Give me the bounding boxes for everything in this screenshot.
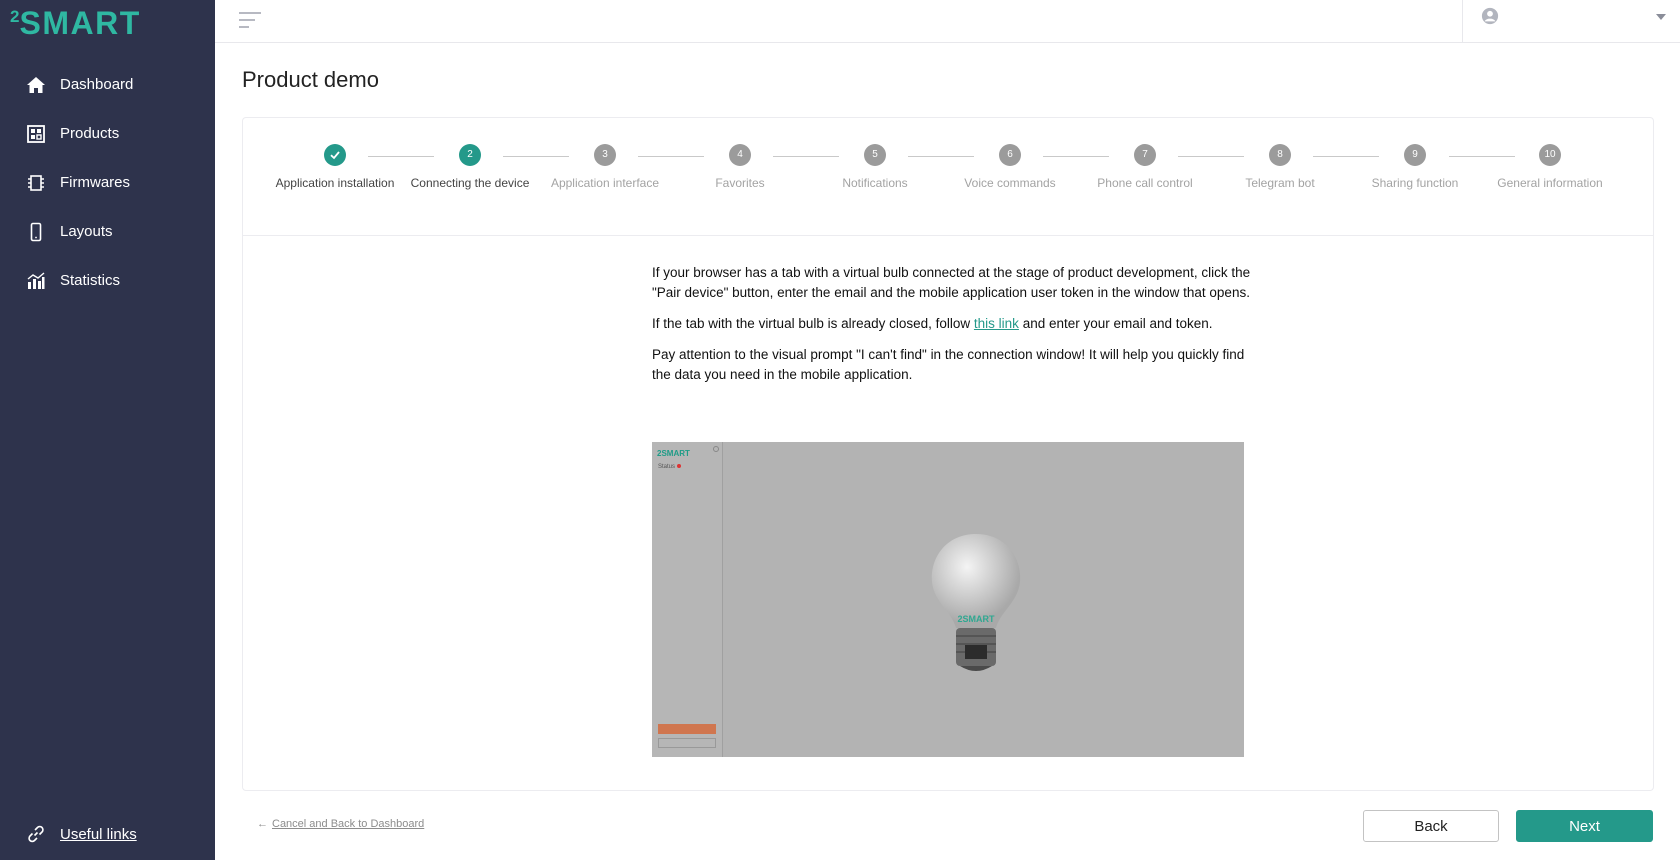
sidebar-item-label: Firmwares [60,174,130,191]
chevron-down-icon [1656,14,1666,20]
step-label: Phone call control [1097,176,1193,190]
useful-links[interactable]: Useful links [26,824,137,844]
step-5[interactable]: 5 Notifications [815,144,935,192]
step-9[interactable]: 9 Sharing function [1355,144,1475,192]
bulb-logo: 2SMART [957,614,995,624]
step-dot: 10 [1539,144,1561,166]
instructions: If your browser has a tab with a virtual… [652,263,1252,396]
sidebar-item-label: Layouts [60,223,113,240]
step-4[interactable]: 4 Favorites [680,144,800,192]
demo-preview-image: 2SMART Status 2SMART [652,442,1244,757]
sidebar-item-dashboard[interactable]: Dashboard [0,60,215,109]
back-button[interactable]: Back [1363,810,1499,842]
sidebar-item-firmwares[interactable]: Firmwares [0,158,215,207]
sidebar-item-products[interactable]: Products [0,109,215,158]
sidebar-item-label: Dashboard [60,76,134,93]
preview-sidebar: 2SMART Status [652,442,723,757]
step-dot: 4 [729,144,751,166]
step-dot: 6 [999,144,1021,166]
preview-status-label: Status [658,464,676,470]
bulb-icon: 2SMART [931,534,1021,671]
page-title: Product demo [242,67,379,92]
step-label: Voice commands [964,176,1056,190]
sidebar-item-label: Products [60,125,120,142]
step-7[interactable]: 7 Phone call control [1085,144,1205,192]
step-label: Connecting the device [410,176,530,190]
preview-logo: 2SMART [657,449,690,458]
step-label: Telegram bot [1245,176,1315,190]
logo-wordmark: SMART [19,5,141,41]
instruction-paragraph: Pay attention to the visual prompt "I ca… [652,347,1245,382]
sidebar-item-statistics[interactable]: Statistics [0,256,215,305]
user-circle-icon [1481,7,1499,25]
cancel-link[interactable]: ← Cancel and Back to Dashboard [257,818,424,830]
products-icon [27,124,45,143]
step-dot: 2 [459,144,481,166]
step-6[interactable]: 6 Voice commands [950,144,1070,192]
instruction-text: and enter your email and token. [1018,316,1213,331]
preview-button [658,724,716,734]
step-10[interactable]: 10 General information [1490,144,1610,192]
arrow-left-icon: ← [257,818,268,830]
stepper: Application installation 2 Connecting th… [243,118,1653,236]
sidebar-item-layouts[interactable]: Layouts [0,207,215,256]
instruction-paragraph: If the tab with the virtual bulb is alre… [652,314,1252,334]
step-dot: 7 [1134,144,1156,166]
logo-superscript: 2 [10,7,20,26]
instruction-paragraph: If your browser has a tab with a virtual… [652,265,1251,300]
menu-lines-icon[interactable] [239,12,261,30]
wizard-card: Application installation 2 Connecting th… [242,117,1654,791]
brand-logo[interactable]: 2 SMART [10,6,141,40]
user-menu[interactable] [1462,0,1680,43]
check-icon [330,151,340,160]
sidebar-nav: Dashboard Products Firmwares Layouts Sta… [0,60,215,305]
step-label: Application interface [550,176,660,190]
useful-links-label: Useful links [60,825,137,843]
top-bar [215,0,1680,43]
sidebar: 2 SMART Dashboard Products Firmwares Lay… [0,0,215,860]
preview-status: Status [658,464,682,470]
link-icon [28,825,44,843]
sidebar-item-label: Statistics [60,272,121,289]
this-link[interactable]: this link [974,316,1019,331]
step-label: Notifications [842,176,908,190]
cancel-label: Cancel and Back to Dashboard [272,818,425,830]
step-1[interactable]: Application installation [275,144,395,192]
step-dot: 8 [1269,144,1291,166]
step-label: Favorites [715,176,765,190]
close-icon [713,446,719,452]
step-dot [324,144,346,166]
step-label: Sharing function [1371,176,1459,190]
step-3[interactable]: 3 Application interface [545,144,665,192]
preview-button [658,738,716,748]
home-icon [27,76,45,93]
status-dot-icon [677,464,682,468]
next-button[interactable]: Next [1516,810,1653,842]
instruction-text: If the tab with the virtual bulb is alre… [652,316,974,331]
step-dot: 3 [594,144,616,166]
step-2[interactable]: 2 Connecting the device [410,144,530,192]
step-dot: 5 [864,144,886,166]
step-dot: 9 [1404,144,1426,166]
phone-icon [30,222,42,241]
chip-icon [28,174,44,191]
step-label: Application installation [275,176,395,190]
step-8[interactable]: 8 Telegram bot [1220,144,1340,192]
statistics-icon [27,271,45,289]
step-label: General information [1497,176,1603,190]
